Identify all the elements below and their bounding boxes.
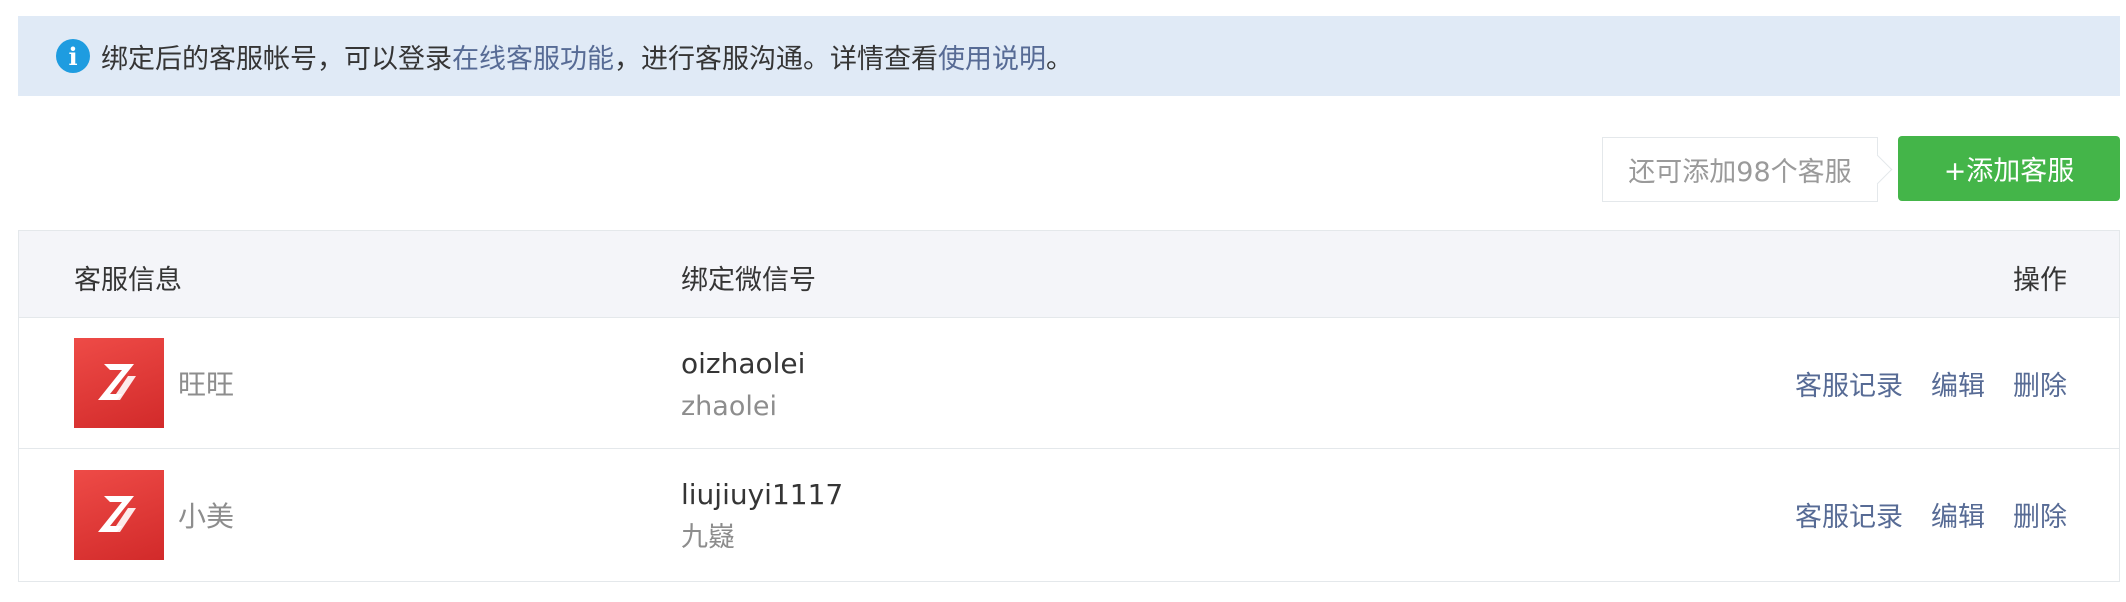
wechat-info: liujiuyi1117 九嶷 <box>681 477 843 556</box>
info-icon: i <box>56 39 90 73</box>
brand-logo-icon <box>98 495 136 532</box>
avatar <box>74 338 164 428</box>
header-info: 客服信息 <box>74 265 182 296</box>
service-records-link[interactable]: 客服记录 <box>1795 495 1903 534</box>
edit-link[interactable]: 编辑 <box>1931 364 1985 403</box>
wechat-nickname: 九嶷 <box>681 522 735 553</box>
service-name: 小美 <box>178 499 235 533</box>
header-wechat: 绑定微信号 <box>681 265 816 296</box>
delete-link[interactable]: 删除 <box>2013 364 2067 403</box>
wechat-nickname: zhaolei <box>681 391 777 422</box>
avatar <box>74 469 164 560</box>
wechat-id: liujiuyi1117 <box>681 478 844 511</box>
service-name: 旺旺 <box>178 368 235 401</box>
header-ops: 操作 <box>2013 265 2067 296</box>
service-table: 客服信息 绑定微信号 操作 旺旺 oizhaolei zhaolei 客服记录 <box>18 230 2120 582</box>
table-row: 小美 liujiuyi1117 九嶷 客服记录 编辑 删除 <box>19 449 2119 580</box>
quota-tip: 还可添加98个客服 <box>1602 137 1878 202</box>
notice-text-end: 。 <box>1046 43 1073 75</box>
row-actions: 客服记录 编辑 删除 <box>1767 318 2067 448</box>
notice-banner: i 绑定后的客服帐号，可以登录 在线客服功能 ，进行客服沟通。详情查看 使用说明。 <box>18 16 2120 96</box>
wechat-id: oizhaolei <box>681 347 806 380</box>
add-service-button[interactable]: +添加客服 <box>1898 136 2120 201</box>
service-info: 小美 <box>74 449 234 580</box>
notice-text-middle: ，进行客服沟通。详情查看 <box>614 43 938 75</box>
customer-service-page: i 绑定后的客服帐号，可以登录 在线客服功能 ，进行客服沟通。详情查看 使用说明。 还… <box>0 0 2126 602</box>
table-row: 旺旺 oizhaolei zhaolei 客服记录 编辑 删除 <box>19 318 2119 449</box>
table-header: 客服信息 绑定微信号 操作 <box>19 231 2119 318</box>
service-info: 旺旺 <box>74 318 234 448</box>
row-actions: 客服记录 编辑 删除 <box>1767 449 2067 580</box>
service-records-link[interactable]: 客服记录 <box>1795 364 1903 403</box>
brand-logo-icon <box>98 364 136 400</box>
notice-text-before: 绑定后的客服帐号，可以登录 <box>101 43 452 75</box>
wechat-info: oizhaolei zhaolei <box>681 346 805 425</box>
usage-guide-link[interactable]: 使用说明 <box>938 37 1046 76</box>
online-service-link[interactable]: 在线客服功能 <box>452 37 614 76</box>
edit-link[interactable]: 编辑 <box>1931 495 1985 534</box>
delete-link[interactable]: 删除 <box>2013 495 2067 534</box>
